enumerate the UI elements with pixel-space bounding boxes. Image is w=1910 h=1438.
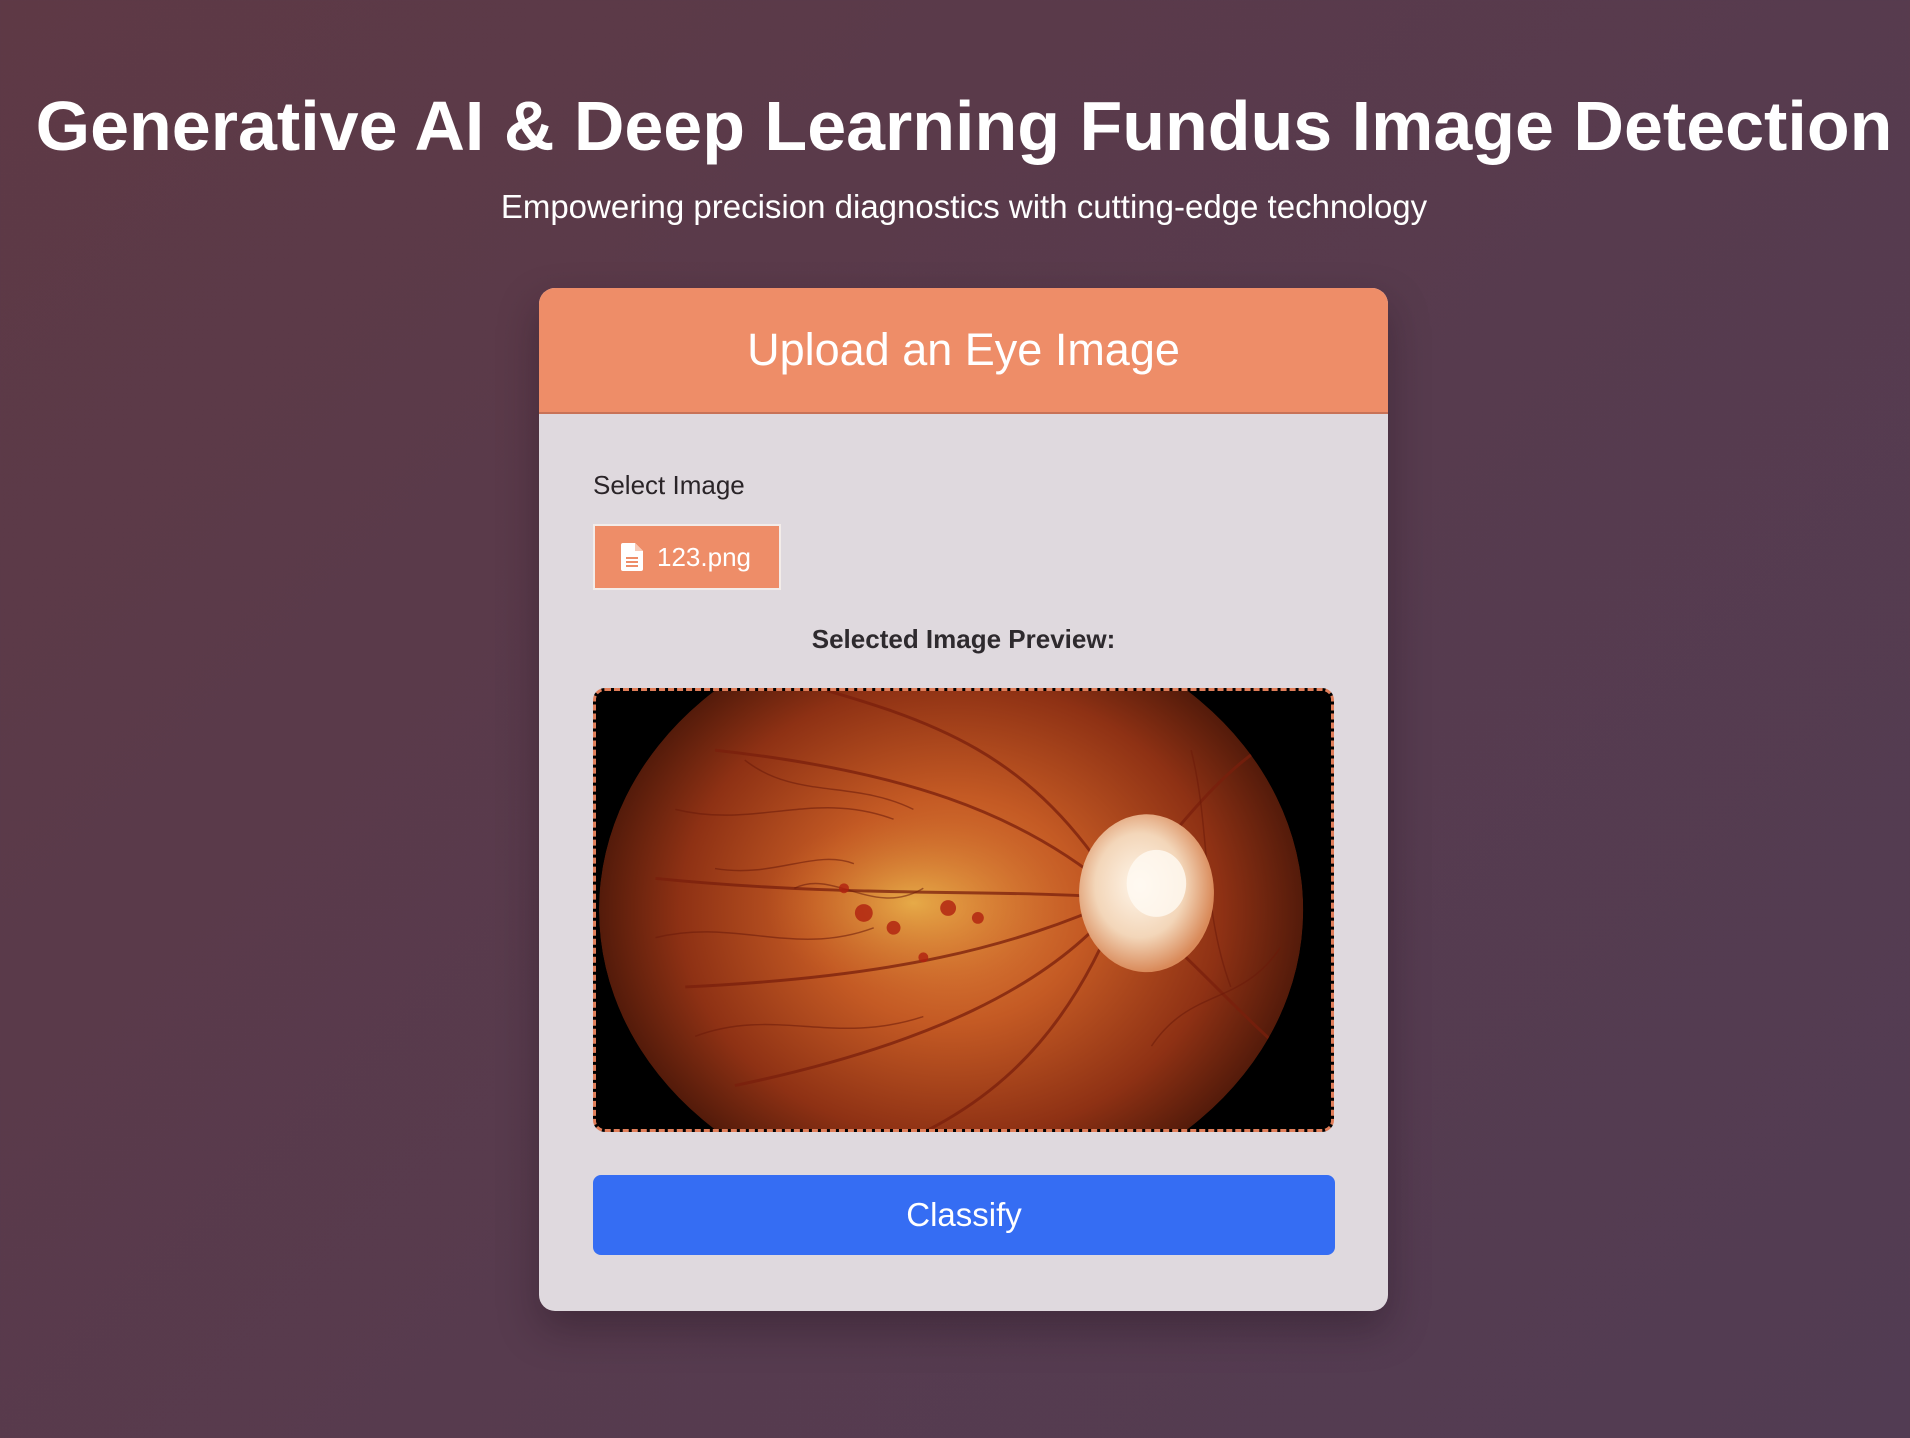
upload-card: Upload an Eye Image Select Image 123.png…: [539, 288, 1388, 1311]
preview-label: Selected Image Preview:: [811, 624, 1116, 654]
fundus-image: [596, 691, 1331, 1129]
page-title: Generative AI & Deep Learning Fundus Ima…: [35, 87, 1893, 165]
select-image-label: Select Image: [593, 470, 745, 500]
page-subtitle: Empowering precision diagnostics with cu…: [500, 188, 1428, 225]
classify-button[interactable]: Classify: [593, 1175, 1335, 1255]
file-input-button[interactable]: 123.png: [593, 524, 781, 590]
card-title: Upload an Eye Image: [747, 324, 1180, 375]
file-name: 123.png: [657, 541, 751, 572]
image-preview: [593, 688, 1334, 1132]
card-header: Upload an Eye Image: [539, 288, 1388, 414]
file-icon: [621, 543, 643, 571]
